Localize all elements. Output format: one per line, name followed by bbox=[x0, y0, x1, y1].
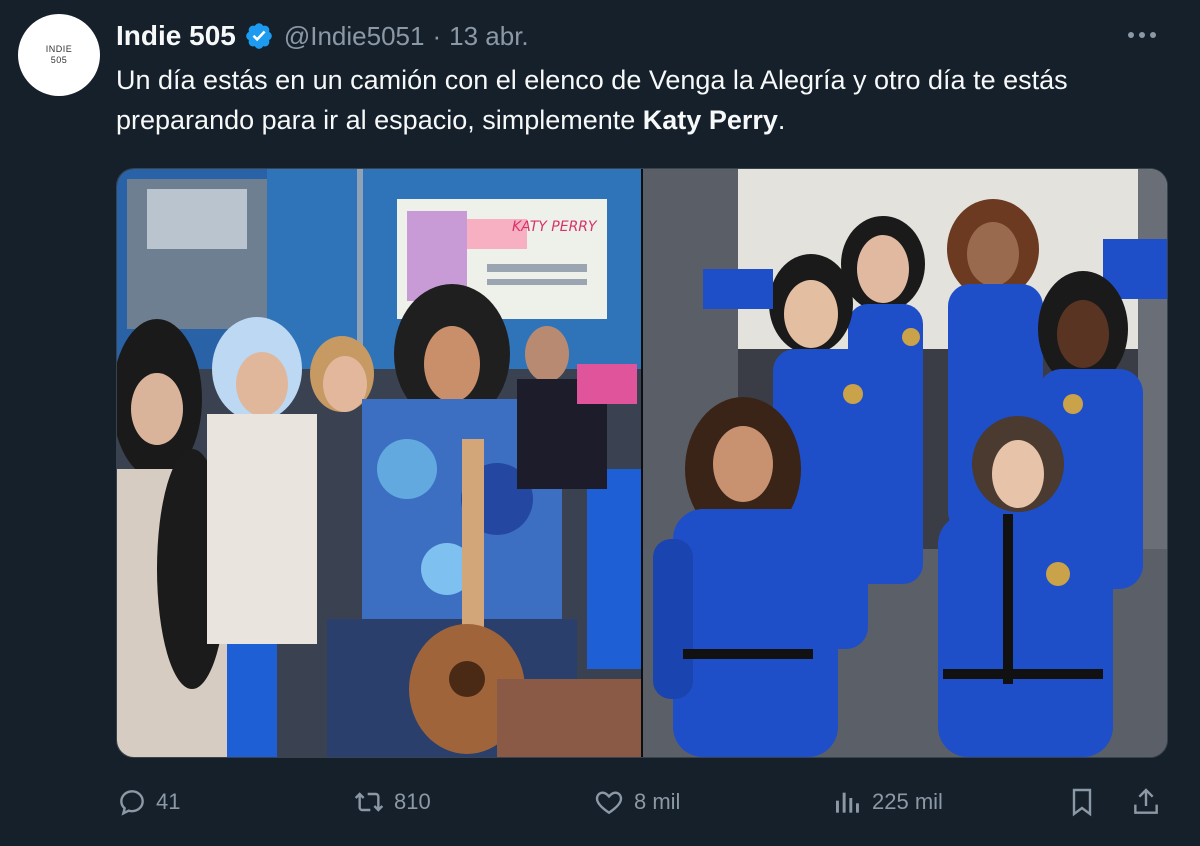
like-count: 8 mil bbox=[634, 789, 681, 814]
tweet-text-mention: Katy Perry bbox=[642, 105, 778, 135]
bookmark-icon bbox=[1066, 785, 1098, 819]
separator: · bbox=[432, 20, 442, 51]
views-icon bbox=[832, 786, 864, 818]
photo-space-crew[interactable] bbox=[643, 169, 1167, 757]
reply-icon bbox=[116, 786, 148, 818]
views-count: 225 mil bbox=[872, 789, 943, 814]
bookmark-button[interactable] bbox=[1066, 780, 1098, 824]
more-icon[interactable] bbox=[1122, 20, 1162, 50]
photo-bus-scene[interactable]: KATY PERRY bbox=[117, 169, 641, 757]
tweet-date[interactable]: 13 abr. bbox=[449, 21, 529, 52]
tweet-actions: 41 810 8 mil 225 mil bbox=[116, 780, 1166, 824]
like-icon bbox=[592, 786, 626, 818]
verified-badge-icon bbox=[244, 21, 274, 51]
retweet-button[interactable]: 810 bbox=[352, 780, 431, 824]
space-crew-illustration bbox=[643, 169, 1167, 757]
reply-button[interactable]: 41 bbox=[116, 780, 180, 824]
share-icon bbox=[1130, 785, 1162, 819]
retweet-count: 810 bbox=[394, 789, 431, 814]
like-button[interactable]: 8 mil bbox=[592, 780, 680, 824]
share-button[interactable] bbox=[1130, 780, 1162, 824]
avatar-text-line2: 505 bbox=[50, 55, 68, 65]
poster-title: KATY PERRY bbox=[512, 219, 598, 235]
tweet-header: Indie 505 @Indie5051 · 13 abr. bbox=[116, 16, 529, 56]
retweet-icon bbox=[352, 786, 386, 818]
handle[interactable]: @Indie5051 bbox=[284, 21, 425, 52]
avatar[interactable]: INDIE 505 bbox=[18, 14, 100, 96]
display-name[interactable]: Indie 505 bbox=[116, 20, 236, 52]
views-button[interactable]: 225 mil bbox=[832, 780, 943, 824]
bus-scene-illustration: KATY PERRY bbox=[117, 169, 641, 757]
tweet: INDIE 505 Indie 505 @Indie5051 · 13 abr.… bbox=[0, 0, 1200, 846]
tweet-text-part2: . bbox=[777, 105, 786, 135]
avatar-text-line1: INDIE bbox=[45, 44, 73, 54]
tweet-media: KATY PERRY bbox=[116, 168, 1168, 758]
tweet-text: Un día estás en un camión con el elenco … bbox=[116, 60, 1156, 140]
tweet-text-part1: Un día estás en un camión con el elenco … bbox=[116, 65, 1068, 135]
reply-count: 41 bbox=[156, 789, 181, 814]
